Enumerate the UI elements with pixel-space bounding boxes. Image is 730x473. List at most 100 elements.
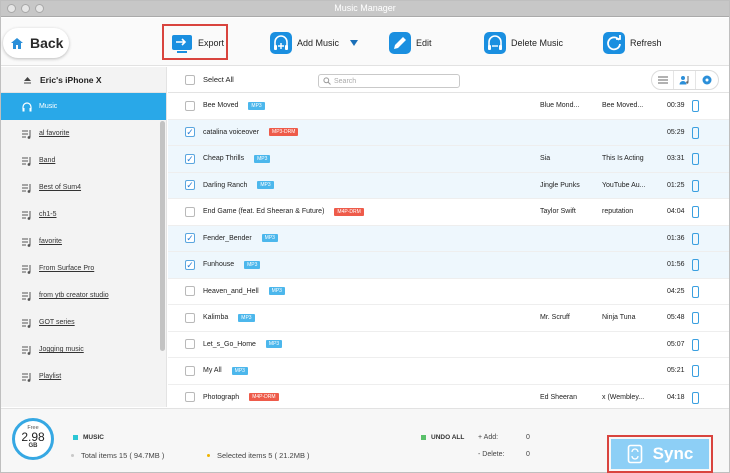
add-label: + Add: [478,434,499,441]
selected-items: Selected items 5 ( 21.2MB ) [207,451,310,460]
add-count-row: + Add: 0 [478,434,530,441]
table-row[interactable]: End Game (feat. Ed Sheeran & Future) M4P-… [168,199,729,226]
row-checkbox[interactable] [185,286,195,297]
song-rows: Bee Moved MP3 Blue Mond... Bee Moved... 0… [168,93,729,411]
export-button[interactable]: Export [170,30,224,56]
undo-all-label: UNDO ALL [431,434,465,441]
list-scrollbar[interactable] [722,95,726,385]
search-input[interactable]: Search [318,74,460,88]
storage-gauge: Free 2.98 GB [12,418,54,460]
add-music-button[interactable]: Add Music [269,30,359,56]
add-music-icon [270,32,292,54]
sidebar-item-playlist[interactable]: al favorite [1,120,166,147]
song-artist: Mr. Scruff [540,314,570,322]
device-phone-icon [692,100,699,112]
table-row[interactable]: Fender_Bender MP3 01:36 [168,225,729,252]
song-artist: Taylor Swift [540,208,576,216]
table-row[interactable]: Kalimba MP3 Mr. Scruff Ninja Tuna 05:48 [168,305,729,332]
sidebar-item-label: ch1-5 [39,211,57,218]
chevron-down-icon[interactable] [349,39,359,47]
undo-all-button[interactable]: UNDO ALL [421,434,464,441]
sidebar-item-playlist[interactable]: from ytb creator studio [1,282,166,309]
sidebar-item-playlist[interactable]: Best of Sum4 [1,174,166,201]
playlist-icon [22,237,31,247]
row-checkbox[interactable] [185,180,195,191]
sidebar-item-playlist[interactable]: Band [1,147,166,174]
format-badge: MP3 [265,340,283,349]
delete-label: - Delete: [478,451,505,458]
artist-view-button[interactable] [674,71,696,89]
sidebar-item-label: favorite [39,238,62,245]
device-header[interactable]: Eric's iPhone X [1,67,166,93]
row-checkbox[interactable] [185,339,195,350]
sidebar-item-playlist[interactable]: From Surface Pro [1,255,166,282]
song-duration: 01:25 [667,181,685,189]
delete-music-icon [484,32,506,54]
sidebar-item-music[interactable]: Music [1,93,166,120]
row-checkbox[interactable] [185,259,195,270]
sidebar-item-playlist[interactable]: Jogging music [1,336,166,363]
edit-button[interactable]: Edit [388,30,432,56]
sidebar-item-playlist[interactable]: ch1-5 [1,201,166,228]
song-title: Photograph [203,393,240,401]
artist-icon [679,76,689,85]
sidebar-scrollbar[interactable] [160,121,165,351]
row-checkbox[interactable] [185,206,195,217]
music-category: MUSIC [73,434,104,441]
sidebar-item-label: Playlist [39,373,62,380]
sidebar-item-playlist[interactable]: favorite [1,228,166,255]
undo-color-square [421,435,426,440]
sidebar-item-label: Music [39,103,58,110]
row-checkbox[interactable] [185,312,195,323]
song-album: reputation [602,208,634,216]
sync-button[interactable]: Sync [611,439,709,469]
song-duration: 04:04 [667,208,685,216]
song-duration: 03:31 [667,155,685,163]
back-button[interactable]: Back [3,28,69,58]
sidebar-item-playlist[interactable]: Playlist [1,363,166,390]
table-row[interactable]: Funhouse MP3 01:56 [168,252,729,279]
row-checkbox[interactable] [185,365,195,376]
select-all-checkbox[interactable] [185,74,195,85]
sidebar-item-playlist[interactable]: GOT series [1,309,166,336]
refresh-button[interactable]: Refresh [602,30,662,56]
table-row[interactable]: My All MP3 05:21 [168,358,729,385]
playlist-icon [22,345,31,355]
playlist-icon [22,318,31,328]
eject-icon[interactable] [23,76,32,84]
song-title: Bee Moved [203,102,239,110]
table-row[interactable]: catalina voiceover MP3-DRM 05:29 [168,119,729,146]
row-checkbox[interactable] [185,127,195,138]
row-checkbox[interactable] [185,392,195,403]
list-view-button[interactable] [652,71,674,89]
add-music-label: Add Music [297,38,340,48]
format-badge: MP3 [268,287,285,296]
delete-music-button[interactable]: Delete Music [483,30,563,56]
device-phone-icon [692,179,699,192]
album-view-button[interactable] [696,71,718,89]
toolbar: Back Export Add Music Edit Delete Music … [1,18,729,66]
select-all[interactable]: Select All [185,74,234,85]
selected-dot [207,454,210,457]
sync-label: Sync [652,444,694,463]
table-row[interactable]: Heaven_and_Hell MP3 04:25 [168,279,729,305]
view-switcher [651,70,719,90]
song-duration: 05:07 [667,340,685,348]
total-items: Total items 15 ( 94.7MB ) [71,451,164,460]
song-duration: 05:29 [667,128,685,136]
playlist-icon [22,372,31,382]
search-placeholder: Search [334,77,357,85]
sync-icon [627,444,642,464]
table-row[interactable]: Darling Ranch MP3 Jingle Punks YouTube Au… [168,172,729,199]
row-checkbox[interactable] [185,100,195,111]
playlist-icon [22,183,31,193]
sidebar-item-label: Best of Sum4 [39,184,82,191]
row-checkbox[interactable] [185,153,195,164]
table-row[interactable]: Cheap Thrills MP3 Sia This Is Acting 03:3… [168,146,729,173]
row-checkbox[interactable] [185,233,195,244]
format-badge: MP3 [248,101,265,110]
table-row[interactable]: Let_s_Go_Home MP3 05:07 [168,332,729,358]
device-phone-icon [692,126,699,139]
delete-count-row: - Delete: 0 [478,451,530,458]
table-row[interactable]: Bee Moved MP3 Blue Mond... Bee Moved... 0… [168,93,729,120]
